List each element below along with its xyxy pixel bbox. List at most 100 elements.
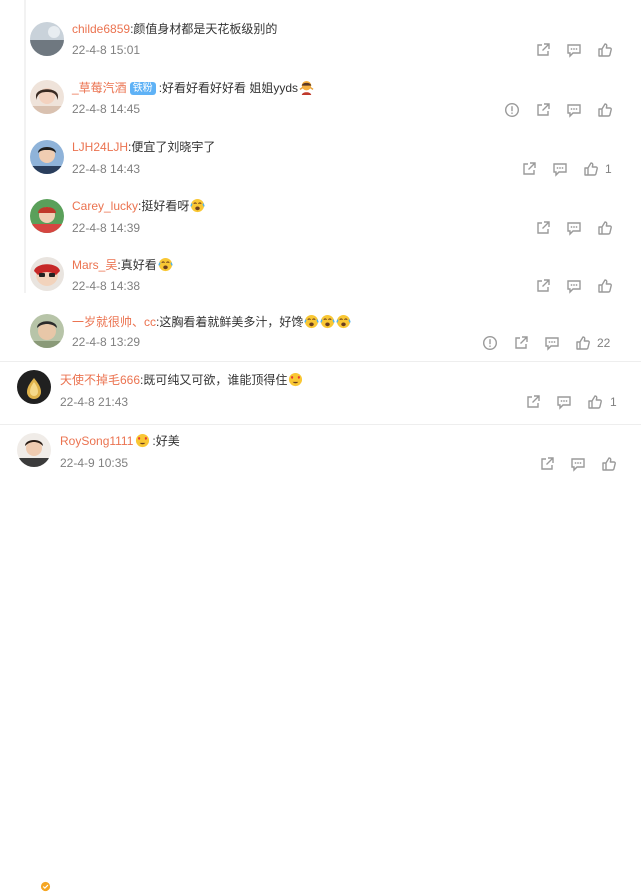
comment-text: 颜值身材都是天花板级别的 (133, 22, 278, 36)
comment-text: 这胸看着就鲜美多汁，好馋 (159, 315, 304, 329)
comment-button[interactable] (565, 101, 583, 119)
share-icon (537, 103, 550, 116)
comment-item: _草莓汽酒 铁粉:好看好看好好看 姐姐yyds 22-4-8 14:45 (0, 66, 641, 126)
username-link[interactable]: _草莓汽酒 (72, 81, 127, 95)
action-bar: 1 (520, 160, 620, 178)
avatar[interactable] (30, 257, 64, 291)
share-button[interactable] (524, 393, 542, 411)
username-link[interactable]: 一岁就很帅、cc (72, 315, 156, 329)
comment-item: Carey_lucky:挺好看呀 22-4-8 14:39 (0, 185, 641, 245)
avatar[interactable] (30, 80, 64, 114)
comment-time: 22-4-8 21:43 (60, 395, 129, 409)
comment-time: 22-4-8 15:01 (72, 43, 141, 57)
like-icon (598, 103, 612, 117)
like-icon (598, 279, 612, 293)
comment-icon (567, 44, 581, 58)
comment-item: 一岁就很帅、cc:这胸看着就鲜美多汁，好馋 22-4-8 13:29 22 (0, 304, 641, 358)
avatar[interactable] (17, 433, 51, 467)
username-link[interactable]: childe6859 (72, 22, 130, 36)
comment-time: 22-4-8 14:45 (72, 102, 141, 116)
emoji-icon (190, 198, 206, 213)
emoji-icon (157, 257, 173, 272)
like-button[interactable] (596, 219, 614, 237)
report-icon (482, 335, 498, 351)
avatar[interactable] (30, 22, 64, 56)
username-link[interactable]: LJH24LJH (72, 140, 128, 154)
comment-text: 好看好看好好看 姐姐yyds (162, 81, 299, 95)
action-bar: 22 (481, 334, 621, 352)
comment-button[interactable] (551, 160, 569, 178)
comment-icon (553, 163, 567, 177)
comment-text-line: 天使不掉毛666:既可纯又可欲，谁能顶得住 (60, 372, 303, 388)
like-icon (584, 162, 598, 176)
comment-text: 真好看 (120, 258, 157, 272)
like-button[interactable] (596, 277, 614, 295)
share-button[interactable] (534, 101, 552, 119)
share-button[interactable] (534, 219, 552, 237)
comment-button[interactable] (569, 455, 587, 473)
like-icon (602, 457, 616, 471)
report-button[interactable] (503, 101, 521, 119)
like-button[interactable] (574, 334, 592, 352)
comment-button[interactable] (565, 277, 583, 295)
comment-time: 22-4-8 14:39 (72, 221, 141, 235)
like-icon (598, 221, 612, 235)
like-icon (576, 336, 590, 350)
comment-icon (567, 104, 581, 118)
comment-time: 22-4-8 14:38 (72, 279, 141, 293)
emoji-icon (320, 314, 336, 329)
comment-item: childe6859:颜值身材都是天花板级别的 22-4-8 15:01 (0, 0, 641, 66)
comment-button[interactable] (565, 219, 583, 237)
like-icon (588, 395, 602, 409)
username-link[interactable]: RoySong1111 (60, 434, 133, 448)
username-link[interactable]: 天使不掉毛666 (60, 373, 140, 387)
like-button[interactable] (596, 41, 614, 59)
share-button[interactable] (534, 41, 552, 59)
share-icon (523, 162, 536, 175)
like-button[interactable] (582, 160, 600, 178)
comment-time: 22-4-9 10:35 (60, 456, 129, 470)
comment-item: RoySong1111:好美 22-4-9 10:35 (0, 425, 641, 892)
share-button[interactable] (520, 160, 538, 178)
comment-text-line: RoySong1111:好美 (60, 433, 180, 449)
share-button[interactable] (512, 334, 530, 352)
username-link[interactable]: Mars_吴 (72, 258, 117, 272)
comment-button[interactable] (555, 393, 573, 411)
comment-text-line: LJH24LJH:便宜了刘晓宇了 (72, 139, 215, 155)
comment-icon (571, 458, 585, 472)
emoji-icon (299, 80, 314, 95)
verified-badge-icon (40, 881, 51, 892)
username-link[interactable]: Carey_lucky (72, 199, 138, 213)
action-bar (534, 41, 624, 59)
like-button[interactable] (586, 393, 604, 411)
avatar[interactable] (17, 370, 51, 404)
comment-text-line: childe6859:颜值身材都是天花板级别的 (72, 21, 277, 37)
comment-text: 便宜了刘晓宇了 (131, 140, 216, 154)
emoji-icon (289, 372, 303, 387)
avatar[interactable] (30, 140, 64, 174)
share-icon (537, 279, 550, 292)
share-icon (541, 457, 554, 470)
comment-text: 好美 (155, 434, 180, 448)
action-bar (538, 455, 628, 473)
share-icon (537, 221, 550, 234)
emoji-icon (336, 314, 352, 329)
comment-item: Mars_吴:真好看 22-4-8 14:38 (0, 245, 641, 304)
comment-text-line: Mars_吴:真好看 (72, 257, 173, 273)
comment-icon (557, 396, 571, 410)
share-button[interactable] (534, 277, 552, 295)
share-icon (537, 43, 550, 56)
comment-button[interactable] (565, 41, 583, 59)
avatar[interactable] (30, 199, 64, 233)
like-button[interactable] (600, 455, 618, 473)
report-button[interactable] (481, 334, 499, 352)
share-button[interactable] (538, 455, 556, 473)
emoji-icon (136, 433, 150, 448)
fan-badge: 铁粉 (129, 82, 156, 95)
comment-button[interactable] (543, 334, 561, 352)
avatar[interactable] (30, 314, 64, 348)
like-button[interactable] (596, 101, 614, 119)
action-bar: 1 (524, 393, 624, 411)
like-icon (598, 43, 612, 57)
comment-time: 22-4-8 14:43 (72, 162, 141, 176)
